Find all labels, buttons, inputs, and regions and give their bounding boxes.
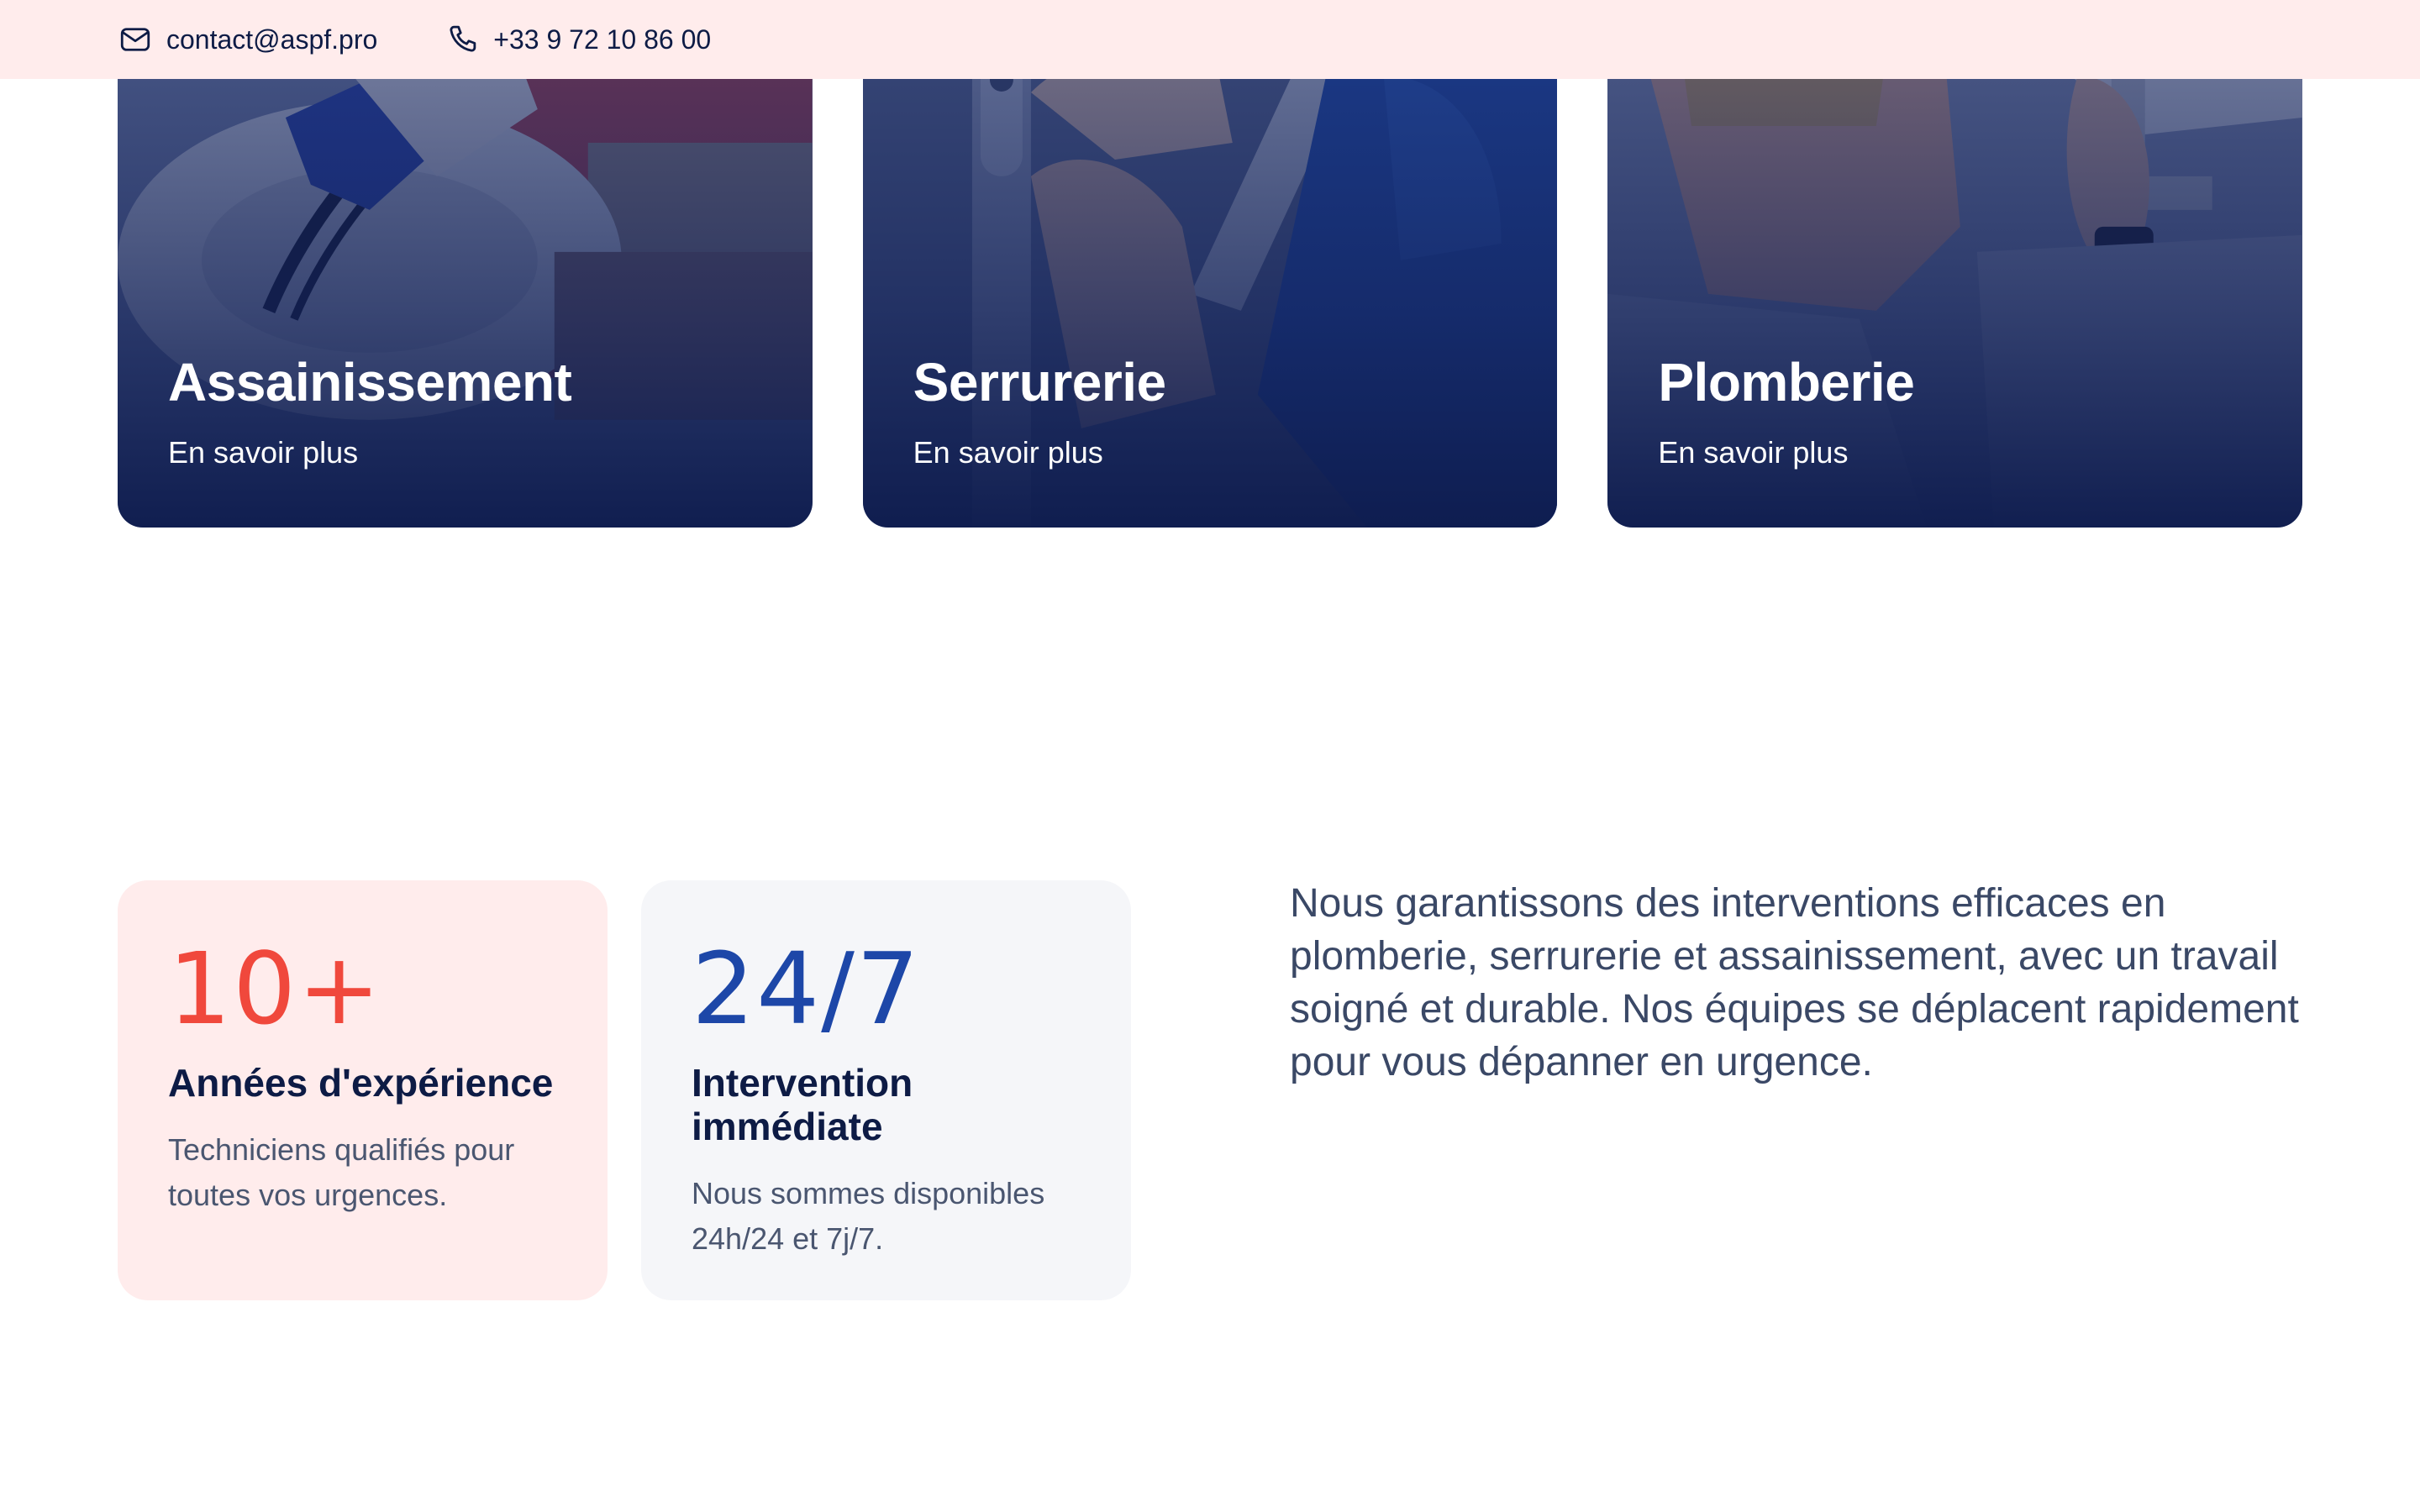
email-link[interactable]: contact@aspf.pro [118,22,377,57]
phone-link[interactable]: +33 9 72 10 86 00 [445,22,711,57]
mail-icon [120,28,150,51]
stat-card-availability: 24/7 Intervention immédiate Nous sommes … [641,880,1131,1300]
phone-icon [450,25,476,52]
stat-title: Années d'expérience [168,1061,554,1105]
stat-card-experience: 10+ Années d'expérience Techniciens qual… [118,880,608,1300]
stat-value: 24/7 [692,931,921,1047]
stat-description: Nous sommes disponibles 24h/24 et 7j/7. [692,1175,1045,1256]
stat-value: 10+ [168,931,383,1047]
service-title: Assainissement [168,352,572,412]
learn-more-link[interactable]: En savoir plus [913,435,1103,470]
stat-title: Intervention immédiate [692,1061,913,1148]
service-card-assainissement[interactable]: Assainissement En savoir plus [118,42,813,528]
service-card-serrurerie[interactable]: Serrurerie En savoir plus [862,42,1558,528]
stat-description: Techniciens qualifiés pour toutes vos ur… [168,1131,515,1212]
service-title: Plomberie [1658,352,1915,412]
learn-more-link[interactable]: En savoir plus [168,435,358,470]
contact-bar: contact@aspf.pro +33 9 72 10 86 00 [0,0,2420,79]
service-card-plomberie[interactable]: Plomberie En savoir plus [1607,42,2303,528]
email-text: contact@aspf.pro [166,24,378,55]
company-description: Nous garantissons des interventions effi… [1290,881,2299,1084]
phone-text: +33 9 72 10 86 00 [493,24,712,55]
service-title: Serrurerie [913,352,1166,412]
services-grid: Assainissement En savoir plus Serrurerie… [118,42,2303,528]
learn-more-link[interactable]: En savoir plus [1658,435,1848,470]
